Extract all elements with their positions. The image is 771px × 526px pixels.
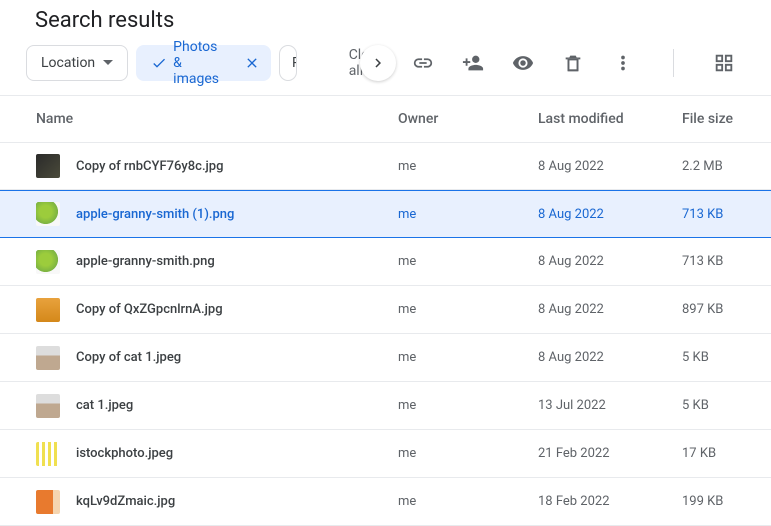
file-size: 897 KB — [682, 302, 736, 317]
file-modified: 8 Aug 2022 — [538, 159, 682, 174]
file-modified: 18 Feb 2022 — [538, 494, 682, 509]
file-modified: 8 Aug 2022 — [538, 254, 682, 269]
file-owner: me — [398, 159, 538, 174]
file-size: 2.2 MB — [682, 159, 736, 174]
photos-images-chip[interactable]: Photos & images — [136, 45, 234, 81]
delete-button[interactable] — [561, 51, 585, 75]
file-modified: 8 Aug 2022 — [538, 350, 682, 365]
more-vert-icon — [612, 52, 634, 74]
file-owner: me — [398, 350, 538, 365]
remove-photos-chip[interactable] — [233, 45, 271, 81]
file-thumbnail — [36, 250, 60, 274]
person-add-icon — [462, 52, 484, 74]
partial-chip-label: P — [292, 55, 297, 71]
table-row[interactable]: apple-granny-smith (1).pngme8 Aug 202271… — [0, 190, 771, 238]
table-row[interactable]: Copy of rnbCYF76y8c.jpgme8 Aug 20222.2 M… — [0, 142, 771, 190]
file-owner: me — [398, 398, 538, 413]
table-row[interactable]: cat 1.jpegme13 Jul 20225 KB — [0, 382, 771, 430]
file-size: 199 KB — [682, 494, 736, 509]
partial-chip[interactable]: P — [279, 45, 297, 81]
file-name: Copy of rnbCYF76y8c.jpg — [76, 159, 398, 174]
file-thumbnail — [36, 346, 60, 370]
file-name: kqLv9dZmaic.jpg — [76, 494, 398, 509]
col-modified[interactable]: Last modified — [538, 111, 682, 127]
trash-icon — [562, 52, 584, 74]
file-table: Name Owner Last modified File size Copy … — [0, 95, 771, 526]
file-thumbnail — [36, 442, 60, 466]
share-button[interactable] — [461, 51, 485, 75]
grid-view-icon — [713, 52, 735, 74]
file-size: 17 KB — [682, 446, 736, 461]
location-chip-label: Location — [41, 55, 95, 71]
get-link-button[interactable] — [411, 51, 435, 75]
table-row[interactable]: Copy of QxZGpcnlrnA.jpgme8 Aug 2022897 K… — [0, 286, 771, 334]
file-thumbnail — [36, 154, 60, 178]
file-modified: 8 Aug 2022 — [538, 302, 682, 317]
file-owner: me — [398, 494, 538, 509]
file-name: Copy of QxZGpcnlrnA.jpg — [76, 302, 398, 317]
photos-chip-label: Photos & images — [173, 39, 219, 87]
file-owner: me — [398, 302, 538, 317]
file-name: apple-granny-smith (1).png — [76, 207, 398, 222]
view-toggle-button[interactable] — [712, 51, 736, 75]
location-chip[interactable]: Location — [26, 45, 128, 81]
chevron-right-icon — [369, 54, 387, 72]
file-owner: me — [398, 254, 538, 269]
file-modified: 8 Aug 2022 — [538, 207, 682, 222]
col-name[interactable]: Name — [36, 111, 398, 127]
file-owner: me — [398, 446, 538, 461]
more-actions-button[interactable] — [611, 51, 635, 75]
file-owner: me — [398, 207, 538, 222]
caret-down-icon — [103, 60, 113, 66]
file-thumbnail — [36, 490, 60, 514]
link-icon — [412, 52, 434, 74]
file-thumbnail — [36, 298, 60, 322]
file-name: istockphoto.jpeg — [76, 446, 398, 461]
table-row[interactable]: apple-granny-smith.pngme8 Aug 2022713 KB — [0, 238, 771, 286]
table-row[interactable]: Copy of cat 1.jpegme8 Aug 20225 KB — [0, 334, 771, 382]
file-size: 713 KB — [682, 254, 736, 269]
table-body: Copy of rnbCYF76y8c.jpgme8 Aug 20222.2 M… — [0, 142, 771, 526]
file-size: 5 KB — [682, 398, 736, 413]
table-header: Name Owner Last modified File size — [0, 95, 771, 143]
file-size: 713 KB — [682, 207, 736, 222]
divider — [673, 49, 674, 77]
file-thumbnail — [36, 394, 60, 418]
col-size[interactable]: File size — [682, 111, 736, 127]
file-thumbnail — [36, 202, 60, 226]
file-modified: 21 Feb 2022 — [538, 446, 682, 461]
file-name: apple-granny-smith.png — [76, 254, 398, 269]
check-icon — [151, 55, 167, 71]
table-row[interactable]: kqLv9dZmaic.jpgme18 Feb 2022199 KB — [0, 478, 771, 526]
toolbar: Location Photos & images P Clear all — [0, 45, 771, 95]
scroll-chips-right[interactable] — [360, 45, 396, 81]
file-name: Copy of cat 1.jpeg — [76, 350, 398, 365]
page-title: Search results — [0, 0, 771, 45]
file-modified: 13 Jul 2022 — [538, 398, 682, 413]
preview-button[interactable] — [511, 51, 535, 75]
file-name: cat 1.jpeg — [76, 398, 398, 413]
action-icons — [411, 49, 736, 77]
close-icon — [244, 55, 260, 71]
eye-icon — [512, 52, 534, 74]
col-owner[interactable]: Owner — [398, 111, 538, 127]
table-row[interactable]: istockphoto.jpegme21 Feb 202217 KB — [0, 430, 771, 478]
file-size: 5 KB — [682, 350, 736, 365]
